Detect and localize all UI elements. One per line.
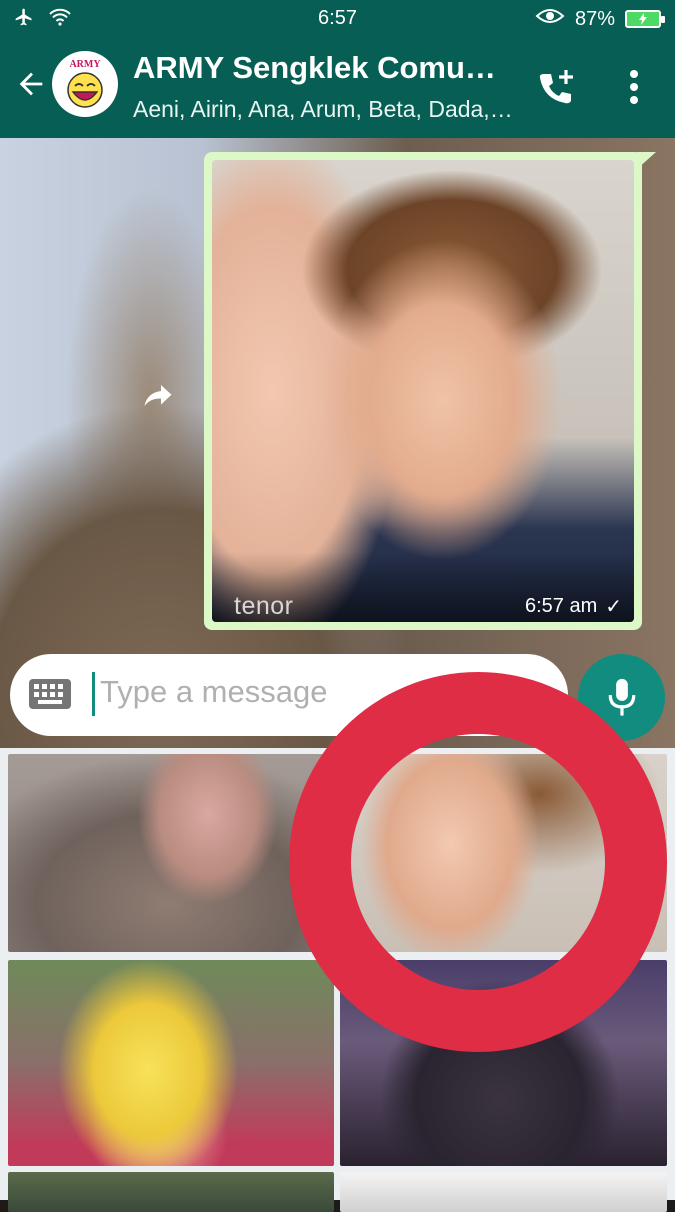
status-bar: 6:57 87% [0,0,675,36]
back-arrow-icon[interactable] [14,67,48,101]
message-time: 6:57 am [524,595,598,617]
forward-icon[interactable] [140,376,176,412]
eye-icon [535,6,565,32]
chat-header: ARMY ARMY Sengklek Comu… Aeni, Airin, An… [0,36,675,138]
outgoing-gif-message[interactable]: tenor 6:57 am ✓ [204,152,642,630]
battery-percent: 87% [574,7,615,30]
gif-result-5[interactable] [8,1172,334,1212]
avatar-label: ARMY [69,58,101,70]
gif-result-1[interactable] [8,754,334,952]
message-meta: 6:57 am ✓ [525,594,622,619]
tenor-watermark: tenor [234,592,294,620]
battery-charging-icon [625,10,665,28]
laughing-face-icon [67,71,103,108]
keyboard-icon[interactable] [28,678,72,710]
message-input[interactable]: Type a message [100,674,327,710]
gif-result-3[interactable] [8,960,334,1166]
text-cursor [92,672,95,716]
sent-check-icon: ✓ [605,596,622,618]
gif-result-6[interactable] [340,1172,667,1212]
chat-members[interactable]: Aeni, Airin, Ana, Arum, Beta, Dada,… [133,96,513,123]
mic-icon [608,678,635,716]
highlight-ring-annotation [289,672,667,1052]
group-avatar[interactable]: ARMY [52,51,118,117]
gif-preview[interactable]: tenor 6:57 am ✓ [212,160,634,622]
more-options-icon[interactable] [620,66,648,110]
add-call-icon[interactable] [533,66,577,110]
chat-title[interactable]: ARMY Sengklek Comu… [133,50,496,86]
